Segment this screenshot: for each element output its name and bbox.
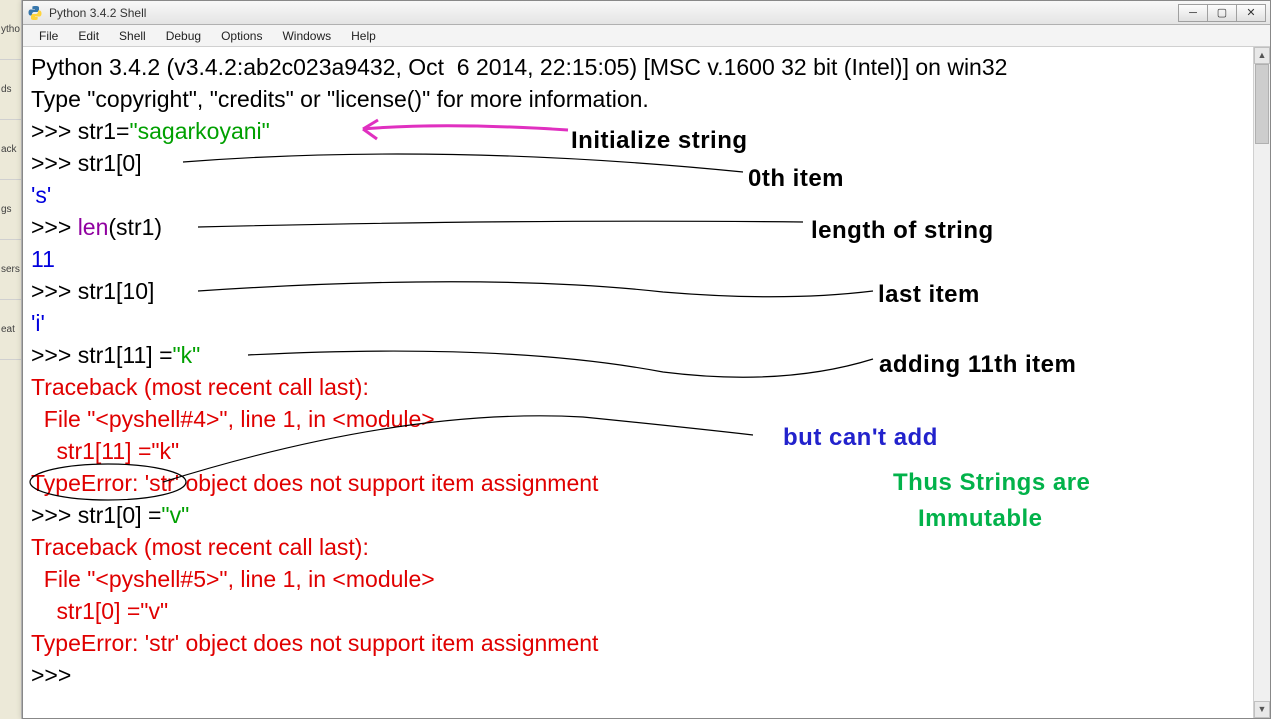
titlebar[interactable]: Python 3.4.2 Shell ─ ▢ ✕ (23, 1, 1270, 25)
prompt: >>> (31, 278, 78, 304)
bg-tab: ds (0, 60, 21, 120)
window-buttons: ─ ▢ ✕ (1179, 4, 1266, 22)
prompt: >>> (31, 214, 78, 240)
bg-tab: ytho (0, 0, 21, 60)
code-line: >>> str1="sagarkoyani" (31, 115, 1262, 147)
string-literal: "sagarkoyani" (129, 118, 269, 144)
close-button[interactable]: ✕ (1236, 4, 1266, 22)
shell-content[interactable]: Python 3.4.2 (v3.4.2:ab2c023a9432, Oct 6… (23, 47, 1270, 718)
string-literal: "v" (161, 502, 189, 528)
code-text: str1[10] (78, 278, 155, 304)
output-line: 'i' (31, 307, 1262, 339)
traceback-header: Traceback (most recent call last): (31, 531, 1262, 563)
code-line: >>> str1[0] (31, 147, 1262, 179)
menu-options[interactable]: Options (211, 27, 272, 45)
menu-edit[interactable]: Edit (68, 27, 109, 45)
output-line: 's' (31, 179, 1262, 211)
code-line: >>> len(str1) (31, 211, 1262, 243)
scroll-down-button[interactable]: ▼ (1254, 701, 1270, 718)
idle-window: Python 3.4.2 Shell ─ ▢ ✕ File Edit Shell… (22, 0, 1271, 719)
window-title: Python 3.4.2 Shell (49, 6, 1179, 20)
menu-windows[interactable]: Windows (272, 27, 341, 45)
banner-line: Python 3.4.2 (v3.4.2:ab2c023a9432, Oct 6… (31, 51, 1262, 83)
menu-file[interactable]: File (29, 27, 68, 45)
menu-shell[interactable]: Shell (109, 27, 156, 45)
prompt: >>> (31, 150, 78, 176)
code-line: >>> str1[0] ="v" (31, 499, 1262, 531)
bg-tab: eat (0, 300, 21, 360)
scroll-up-button[interactable]: ▲ (1254, 47, 1270, 64)
traceback-code: str1[0] ="v" (31, 595, 1262, 627)
vertical-scrollbar[interactable]: ▲ ▼ (1253, 47, 1270, 718)
prompt: >>> (31, 118, 78, 144)
code-text: str1= (78, 118, 130, 144)
empty-prompt: >>> (31, 659, 1262, 691)
code-text: str1[0] (78, 150, 142, 176)
traceback-error: TypeError: 'str' object does not support… (31, 467, 1262, 499)
background-tabs: ytho ds ack gs sers eat (0, 0, 22, 719)
builtin: len (78, 214, 109, 240)
menu-help[interactable]: Help (341, 27, 386, 45)
traceback-file: File "<pyshell#4>", line 1, in <module> (31, 403, 1262, 435)
menu-debug[interactable]: Debug (156, 27, 211, 45)
code-text: str1[0] = (78, 502, 162, 528)
menubar: File Edit Shell Debug Options Windows He… (23, 25, 1270, 47)
banner-line: Type "copyright", "credits" or "license(… (31, 83, 1262, 115)
prompt: >>> (31, 342, 78, 368)
traceback-error: TypeError: 'str' object does not support… (31, 627, 1262, 659)
python-icon (27, 5, 43, 21)
output-line: 11 (31, 243, 1262, 275)
traceback-code: str1[11] ="k" (31, 435, 1262, 467)
bg-tab: gs (0, 180, 21, 240)
string-literal: "k" (173, 342, 201, 368)
minimize-button[interactable]: ─ (1178, 4, 1208, 22)
bg-tab: sers (0, 240, 21, 300)
traceback-header: Traceback (most recent call last): (31, 371, 1262, 403)
traceback-file: File "<pyshell#5>", line 1, in <module> (31, 563, 1262, 595)
code-text: (str1) (108, 214, 162, 240)
prompt: >>> (31, 662, 78, 688)
scroll-thumb[interactable] (1255, 64, 1269, 144)
maximize-button[interactable]: ▢ (1207, 4, 1237, 22)
code-text: str1[11] = (78, 342, 173, 368)
code-line: >>> str1[11] ="k" (31, 339, 1262, 371)
prompt: >>> (31, 502, 78, 528)
code-line: >>> str1[10] (31, 275, 1262, 307)
bg-tab: ack (0, 120, 21, 180)
